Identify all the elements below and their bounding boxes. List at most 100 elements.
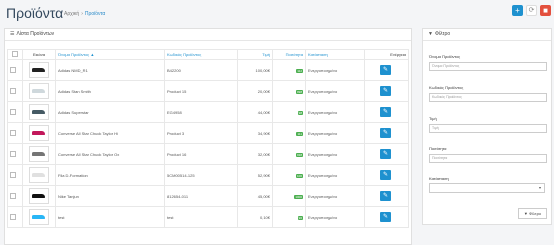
refresh-button[interactable]: ⟳ [526,5,537,16]
product-name: Adidas Stan Smith [55,80,165,102]
product-thumbnail[interactable] [29,83,49,99]
edit-button[interactable]: ✎ [380,65,391,75]
product-status: Ενεργοποιημένο [305,143,365,165]
filter-name-input[interactable]: Όνομα Προϊόντος [429,62,547,71]
edit-button[interactable]: ✎ [380,86,391,96]
product-thumbnail[interactable] [29,62,49,78]
filter-quantity-input[interactable]: Ποσότητα [429,154,547,163]
pencil-icon: ✎ [382,214,389,220]
edit-button[interactable]: ✎ [380,170,391,180]
add-product-button[interactable]: + [512,5,523,16]
product-price: 45,00€ [237,185,273,207]
product-status: Ενεργοποιημένο [305,59,365,81]
quantity-badge: 1000 [294,194,303,199]
breadcrumb-products[interactable]: Προϊόντα [85,11,105,17]
product-quantity-cell: 111 [272,122,306,144]
row-checkbox[interactable] [10,192,16,199]
product-name: Adidas Superstar [55,101,165,123]
filter-model-input[interactable]: Κωδικός Προϊόντος [429,93,547,102]
filter-button[interactable]: ▼ Φίλτρο [518,208,547,219]
row-checkbox[interactable] [10,171,16,178]
product-action-cell: ✎ [364,206,409,228]
product-action-cell: ✎ [364,143,409,165]
edit-button[interactable]: ✎ [380,191,391,201]
product-thumbnail[interactable] [29,146,49,162]
shoe-image [32,68,45,72]
col-price[interactable]: Τιμή [237,49,273,60]
status-label: Κατάσταση [429,176,449,181]
shoe-image [32,89,45,93]
product-price: 0,10€ [237,206,273,228]
product-name: Nike Tanjun [55,185,165,207]
quantity-badge: 98 [297,110,303,115]
product-price: 44,00€ [237,101,273,123]
product-quantity-cell: 112 [272,59,306,81]
plus-icon: + [515,6,520,15]
product-thumbnail[interactable] [29,125,49,141]
product-model: test [164,206,238,228]
filter-panel: ▼ Φίλτρο Όνομα Προϊόντος Όνομα Προϊόντος … [422,28,552,225]
product-name: Adidas NMD_R1 [55,59,165,81]
product-status: Ενεργοποιημένο [305,206,365,228]
edit-button[interactable]: ✎ [380,128,391,138]
product-thumbnail[interactable] [29,188,49,204]
table-row: test test 0,10€ 96 Ενεργοποιημένο ✎ [7,206,409,228]
edit-button[interactable]: ✎ [380,149,391,159]
row-checkbox[interactable] [10,66,16,73]
product-image-cell [22,101,56,123]
product-action-cell: ✎ [364,122,409,144]
product-image-cell [22,80,56,102]
product-name: test [55,206,165,228]
edit-button[interactable]: ✎ [380,212,391,222]
row-checkbox[interactable] [10,87,16,94]
product-model: 812654-011 [164,185,238,207]
product-price: 52,90€ [237,164,273,186]
row-select-cell [7,101,23,123]
product-table: Εικόνα Όνομα Προϊόντος ▲ Κωδικός Προϊόντ… [7,49,409,228]
row-select-cell [7,80,23,102]
model-label: Κωδικός Προϊόντος [429,85,464,90]
product-model: Product 3 [164,122,238,144]
product-price: 32,00€ [237,143,273,165]
col-name[interactable]: Όνομα Προϊόντος ▲ [55,49,165,60]
breadcrumb-home[interactable]: Αρχική [64,11,79,17]
product-thumbnail[interactable] [29,104,49,120]
edit-button[interactable]: ✎ [380,107,391,117]
filter-status-select[interactable]: ▾ [429,183,545,193]
table-header-row: Εικόνα Όνομα Προϊόντος ▲ Κωδικός Προϊόντ… [7,49,409,60]
product-model: EG4958 [164,101,238,123]
list-icon: ☰ [10,31,15,37]
table-row: Adidas NMD_R1 B42200 100,00€ 112 Ενεργοποιημ… [7,59,409,81]
product-quantity-cell: 1000 [272,185,306,207]
row-checkbox[interactable] [10,150,16,157]
shoe-image [32,131,45,135]
product-action-cell: ✎ [364,80,409,102]
pencil-icon: ✎ [382,67,389,73]
product-quantity-cell: 998 [272,80,306,102]
refresh-icon: ⟳ [528,7,535,14]
filter-price-input[interactable]: Τιμή [429,124,547,133]
product-thumbnail[interactable] [29,209,49,225]
quantity-label: Ποσότητα [429,146,447,151]
breadcrumb: Αρχική › Προϊόντα [64,11,106,17]
chevron-down-icon: ▾ [538,185,541,190]
col-model[interactable]: Κωδικός Προϊόντος [164,49,238,60]
delete-button[interactable]: ■ [540,5,551,16]
page-header: Προϊόντα Αρχική › Προϊόντα + ⟳ ■ [0,0,554,26]
product-thumbnail[interactable] [29,167,49,183]
row-checkbox[interactable] [10,213,16,220]
product-list-panel: ☰ Λίστα Προϊόντων Εικόνα Όνομα Προϊόντος … [4,28,412,245]
col-status[interactable]: Κατάσταση [305,49,365,60]
row-checkbox[interactable] [10,129,16,136]
product-price: 100,00€ [237,59,273,81]
product-image-cell [22,122,56,144]
filter-heading: ▼ Φίλτρο [423,29,551,41]
price-label: Τιμή [429,116,437,121]
product-image-cell [22,59,56,81]
row-checkbox[interactable] [10,108,16,115]
product-image-cell [22,185,56,207]
col-quantity[interactable]: Ποσότητα [272,49,306,60]
select-all-checkbox[interactable] [12,51,18,57]
filter-icon: ▼ [428,31,433,37]
col-image: Εικόνα [22,49,56,60]
